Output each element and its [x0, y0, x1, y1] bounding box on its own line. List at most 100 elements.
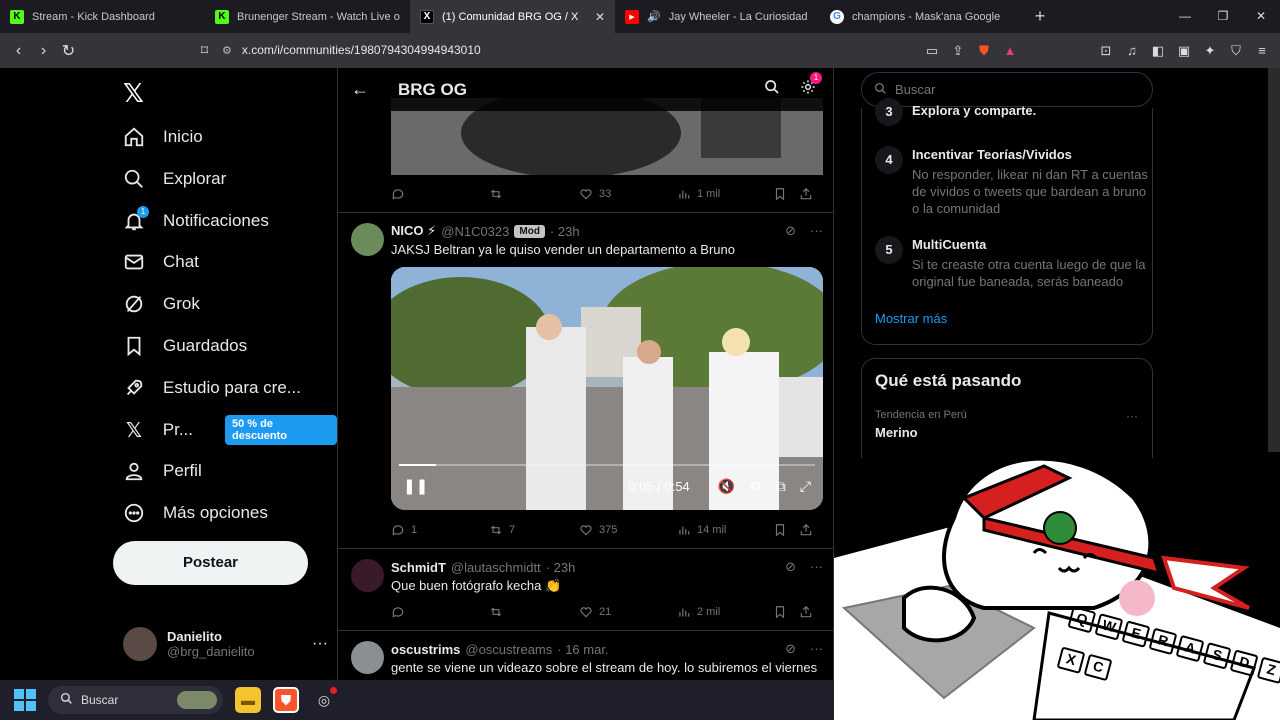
nav-item-inicio[interactable]: Inicio	[123, 117, 203, 157]
new-tab-button[interactable]: +	[1025, 6, 1055, 27]
repost-button[interactable]: 7	[489, 523, 579, 537]
reload-icon[interactable]: ↻	[56, 41, 81, 61]
brave-shield-icon[interactable]: ⛊	[976, 43, 992, 59]
share-icon[interactable]	[799, 523, 813, 537]
views-button[interactable]: 1 mil	[677, 187, 773, 201]
grok-icon[interactable]: ⊘	[785, 641, 796, 657]
bookmark-icon[interactable]	[773, 523, 799, 537]
bookmark-page-icon[interactable]: ⌑	[192, 42, 217, 59]
post-author-handle[interactable]: @oscustreams	[465, 642, 552, 657]
share-icon[interactable]: ⇪	[950, 43, 966, 59]
scrollbar[interactable]	[1268, 68, 1280, 452]
post-author-handle[interactable]: @N1C0323	[441, 224, 509, 239]
nav-item-chat[interactable]: Chat	[123, 242, 199, 282]
post-author-name[interactable]: NICO ⚡	[391, 223, 436, 239]
account-switcher[interactable]: Danielito @brg_danielito ···	[123, 624, 328, 664]
search-icon	[60, 692, 73, 708]
obs-icon[interactable]: ◎	[311, 687, 337, 713]
reply-icon[interactable]	[391, 187, 489, 201]
brave-browser-icon[interactable]: ⛊	[273, 687, 299, 713]
nav-item-grok[interactable]: Grok	[123, 284, 200, 324]
reader-icon[interactable]: ⊡	[1098, 43, 1114, 59]
nav-item-perfil[interactable]: Perfil	[123, 451, 202, 491]
trend-context: Tendencia en Perú	[875, 409, 967, 421]
views-button[interactable]: 14 mil	[677, 523, 773, 537]
taskbar-search[interactable]: Buscar	[48, 686, 223, 714]
fullscreen-icon[interactable]: ⤢	[800, 478, 811, 495]
post-author-handle[interactable]: @lautaschmidtt	[451, 560, 541, 575]
youtube-icon: ▶	[625, 9, 639, 24]
grok-icon[interactable]: ⊘	[785, 223, 796, 239]
gear-icon[interactable]: 1	[800, 72, 822, 100]
post-time[interactable]: · 23h	[550, 224, 580, 239]
share-icon[interactable]	[799, 187, 813, 201]
share-icon[interactable]	[799, 605, 813, 619]
more-dots-icon[interactable]: ···	[810, 641, 823, 657]
windows-start-icon[interactable]	[14, 689, 36, 711]
vpn-icon[interactable]: ⛉	[1228, 43, 1244, 59]
close-tab-icon[interactable]: ✕	[595, 10, 605, 24]
menu-icon[interactable]: ≡	[1254, 43, 1270, 58]
post-time[interactable]: · 16 mar.	[557, 642, 608, 657]
show-more-link[interactable]: Mostrar más	[875, 311, 947, 326]
browser-tab[interactable]: ▶ 🔊 Jay Wheeler - La Curiosidad ft. M	[615, 0, 820, 33]
back-icon[interactable]: ‹	[6, 42, 31, 60]
post-button[interactable]: Postear	[113, 541, 308, 585]
search-input[interactable]: Buscar	[861, 72, 1153, 107]
avatar[interactable]	[351, 223, 384, 256]
more-dots-icon[interactable]: ···	[1126, 409, 1138, 423]
close-window-icon[interactable]: ✕	[1242, 0, 1280, 33]
sidebar-icon[interactable]: ◧	[1150, 43, 1166, 59]
restore-icon[interactable]: ❐	[1204, 0, 1242, 33]
bookmark-icon[interactable]	[773, 187, 799, 201]
more-dots-icon[interactable]: ···	[810, 223, 823, 239]
minimize-icon[interactable]: —	[1166, 0, 1204, 33]
more-dots-icon[interactable]: ···	[810, 559, 823, 575]
pause-icon[interactable]: ❚❚	[403, 477, 428, 495]
search-icon[interactable]	[764, 79, 780, 100]
browser-tab[interactable]: G champions - Mask'ana Google	[820, 0, 1025, 33]
browser-tab[interactable]: K Brunenger Stream - Watch Live on Ki	[205, 0, 410, 33]
gear-icon[interactable]: ⚙	[749, 478, 762, 495]
nav-item-mas-opciones[interactable]: Más opciones	[123, 493, 268, 533]
avatar[interactable]	[351, 559, 384, 592]
avatar[interactable]	[351, 641, 384, 674]
trend-name[interactable]: Merino	[875, 425, 918, 440]
rewards-icon[interactable]: ▲	[1002, 43, 1018, 58]
like-button[interactable]: 21	[579, 605, 677, 619]
nav-item-guardados[interactable]: Guardados	[123, 326, 247, 366]
nav-item-estudio[interactable]: Estudio para cre...	[123, 368, 301, 408]
nav-item-explorar[interactable]: Explorar	[123, 159, 226, 199]
grok-icon[interactable]: ⊘	[785, 559, 796, 575]
post-author-name[interactable]: SchmidT	[391, 560, 446, 575]
site-info-icon[interactable]: ⚙	[222, 44, 232, 57]
reply-icon[interactable]	[391, 605, 489, 619]
back-arrow-icon[interactable]: ←	[340, 79, 380, 100]
repost-icon[interactable]	[489, 605, 579, 619]
x-logo-icon[interactable]: 𝕏	[123, 78, 144, 109]
wallet-icon[interactable]: ▣	[1176, 43, 1192, 59]
repost-icon[interactable]	[489, 187, 579, 201]
mute-icon[interactable]: 🔇	[718, 478, 735, 495]
post-time[interactable]: · 23h	[546, 560, 576, 575]
nav-item-notificaciones[interactable]: 1 Notificaciones	[123, 201, 269, 241]
reply-button[interactable]: 1	[391, 523, 489, 537]
bookmark-icon[interactable]	[773, 605, 799, 619]
nav-item-premium[interactable]: 𝕏 Pr... 50 % de descuento	[123, 410, 337, 450]
speaker-icon[interactable]: 🔊	[647, 10, 661, 23]
url-field[interactable]: ⚙ x.com/i/communities/198079430499494301…	[222, 37, 1012, 63]
leo-icon[interactable]: ✦	[1202, 43, 1218, 59]
pip-icon[interactable]: ⧉	[776, 478, 786, 495]
post-author-name[interactable]: oscustrims	[391, 642, 460, 657]
browser-tab-active[interactable]: X (1) Comunidad BRG OG / X ✕	[410, 0, 615, 33]
file-explorer-icon[interactable]: ▬	[235, 687, 261, 713]
views-button[interactable]: 2 mil	[677, 605, 773, 619]
cast-icon[interactable]: ▭	[924, 43, 940, 59]
like-button[interactable]: 33	[579, 187, 677, 201]
music-icon[interactable]: ♫	[1124, 43, 1140, 58]
forward-icon[interactable]: ›	[31, 42, 56, 60]
like-button[interactable]: 375	[579, 523, 677, 537]
video-player[interactable]: ❚❚ 0:05 / 0:54 🔇 ⚙ ⧉ ⤢	[391, 267, 823, 510]
browser-tab[interactable]: K Stream - Kick Dashboard	[0, 0, 205, 33]
bookmark-icon	[123, 335, 145, 357]
